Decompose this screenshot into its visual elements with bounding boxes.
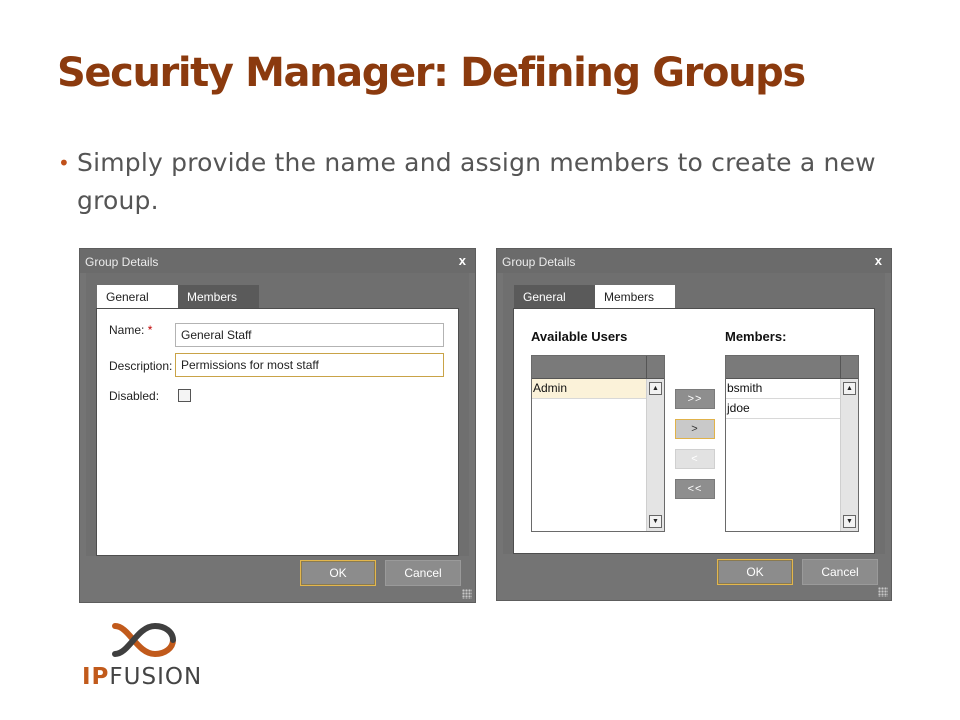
available-users-list[interactable]: Admin ▲ ▼ [531, 355, 665, 532]
name-input[interactable]: General Staff [175, 323, 444, 347]
list-item[interactable]: bsmith [726, 379, 840, 399]
dialog-titlebar[interactable]: Group Details x [80, 249, 475, 273]
tab-general[interactable]: General [97, 285, 178, 309]
scroll-down-icon[interactable]: ▼ [649, 515, 662, 528]
remove-button[interactable]: < [675, 449, 715, 469]
close-icon[interactable]: x [875, 253, 882, 268]
list-rows: bsmith jdoe [726, 379, 840, 531]
list-item[interactable]: jdoe [726, 399, 840, 419]
name-label: Name: * [109, 323, 153, 337]
cancel-button[interactable]: Cancel [385, 560, 461, 586]
ok-button[interactable]: OK [717, 559, 793, 585]
vertical-scrollbar[interactable]: ▲ ▼ [840, 379, 858, 531]
scroll-down-icon[interactable]: ▼ [843, 515, 856, 528]
add-button[interactable]: > [675, 419, 715, 439]
scroll-up-icon[interactable]: ▲ [649, 382, 662, 395]
dialog-body: General Members Name: * General Staff De… [86, 273, 469, 556]
ipfusion-logo-text: IPFUSION [82, 664, 203, 690]
list-column-header[interactable] [532, 356, 664, 379]
group-details-dialog-general: Group Details x General Members Name: * … [79, 248, 476, 603]
members-list[interactable]: bsmith jdoe ▲ ▼ [725, 355, 859, 532]
dialog-title: Group Details [85, 255, 159, 269]
ipfusion-logo-mark-icon [112, 622, 176, 658]
slide-title: Security Manager: Defining Groups [57, 50, 806, 96]
tab-general[interactable]: General [514, 285, 595, 308]
scroll-up-icon[interactable]: ▲ [843, 382, 856, 395]
tab-panel-general: Name: * General Staff Description: Permi… [96, 308, 459, 556]
list-item[interactable]: Admin [532, 379, 646, 399]
tab-members[interactable]: Members [595, 285, 675, 309]
available-users-label: Available Users [531, 329, 628, 344]
list-rows: Admin [532, 379, 646, 531]
bullet-point: • Simply provide the name and assign mem… [58, 144, 918, 220]
remove-all-button[interactable]: << [675, 479, 715, 499]
description-label: Description: [109, 359, 173, 373]
resize-grip-icon[interactable] [462, 589, 472, 599]
dialog-title: Group Details [502, 255, 576, 269]
close-icon[interactable]: x [459, 253, 466, 268]
vertical-scrollbar[interactable]: ▲ ▼ [646, 379, 664, 531]
bullet-icon: • [58, 151, 70, 175]
tab-members[interactable]: Members [178, 285, 259, 308]
bullet-text: Simply provide the name and assign membe… [77, 148, 876, 215]
disabled-label: Disabled: [109, 389, 160, 403]
description-input[interactable]: Permissions for most staff [175, 353, 444, 377]
group-details-dialog-members: Group Details x General Members Availabl… [496, 248, 892, 601]
resize-grip-icon[interactable] [878, 587, 888, 597]
ok-button[interactable]: OK [300, 560, 376, 586]
dialog-body: General Members Available Users Members:… [503, 273, 885, 554]
disabled-checkbox[interactable] [178, 389, 191, 402]
add-all-button[interactable]: >> [675, 389, 715, 409]
members-label: Members: [725, 329, 787, 344]
dialog-titlebar[interactable]: Group Details x [497, 249, 891, 273]
list-column-header[interactable] [726, 356, 858, 379]
cancel-button[interactable]: Cancel [802, 559, 878, 585]
required-marker: * [147, 323, 153, 337]
tab-panel-members: Available Users Members: Admin ▲ ▼ >> > … [513, 308, 875, 554]
